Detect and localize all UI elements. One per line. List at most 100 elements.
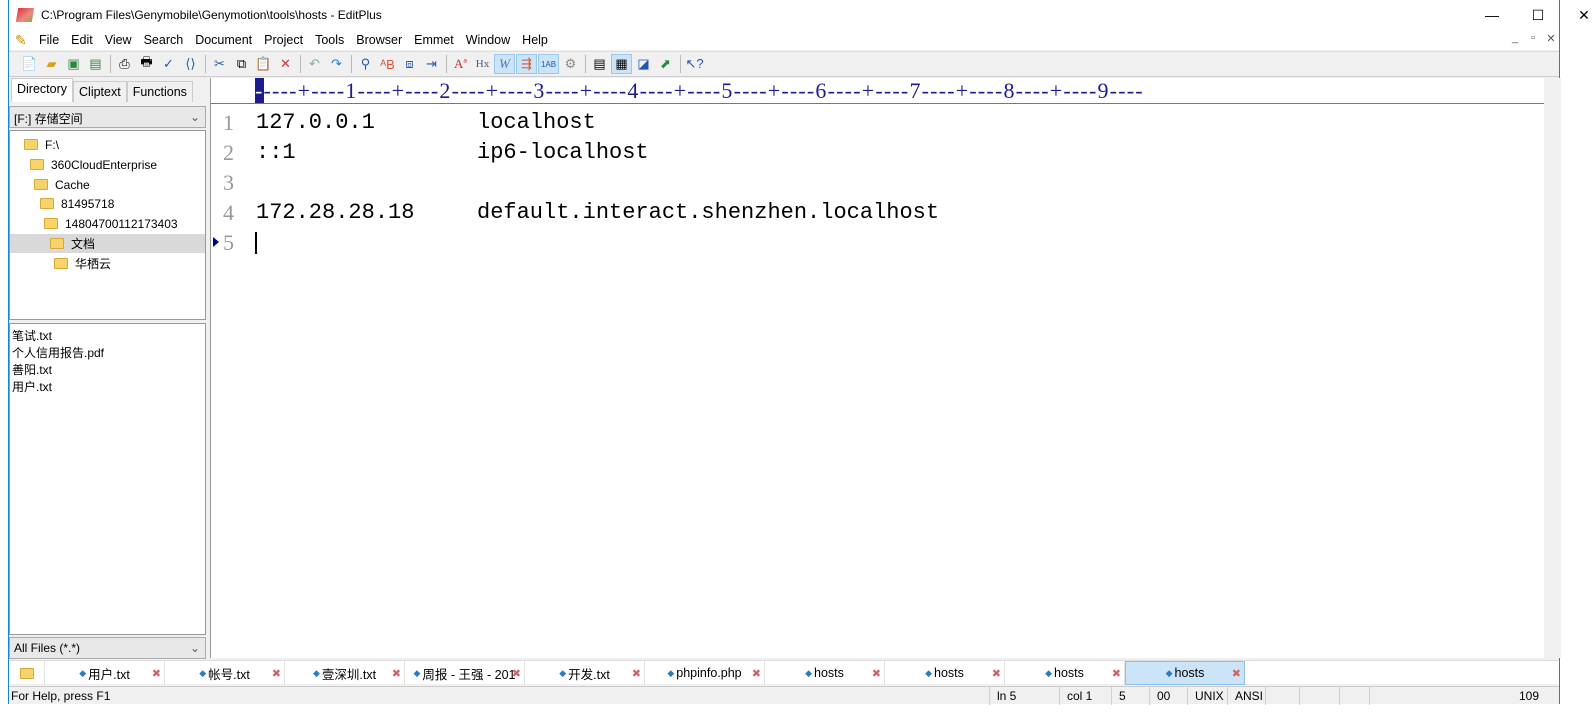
tab-directory[interactable]: Directory [11,78,74,102]
toolbar: 📄 ▰ ▣ ▤ ⎙ 🖶 ✓ ⟨⟩ ✂ ⧉ 📋 ✕ ↶ ↷ ⚲ ᴬB ⧈ ⇥ Aª… [9,51,1559,77]
open-icon[interactable]: ▰ [41,54,62,74]
doc-tab[interactable]: ◆ hosts ✖ [885,661,1005,685]
file-item[interactable]: 用户.txt [12,378,203,395]
tab-cliptext[interactable]: Cliptext [73,81,127,102]
vertical-scrollbar[interactable] [1544,78,1561,658]
close-tab-icon[interactable]: ✖ [992,667,1001,680]
editor-area[interactable]: -----+----1----+----2----+----3----+----… [210,78,1561,658]
editor-line[interactable]: 1 127.0.0.1 localhost [211,108,1541,138]
output-window-icon[interactable]: ▦ [611,54,632,74]
doc-tab[interactable]: ◆ 用户.txt ✖ [45,661,165,685]
line-number-icon[interactable]: 1AB [538,54,559,74]
hx-icon[interactable]: Hx [472,54,493,74]
delete-icon[interactable]: ✕ [275,54,296,74]
ruler-text: ----+----1----+----2----+----3----+----4… [263,78,1144,103]
tree-node[interactable]: Cache [34,175,90,194]
mdi-restore-button[interactable]: ▫ [1524,32,1542,44]
close-tab-icon[interactable]: ✖ [392,667,401,680]
maximize-button[interactable]: ☐ [1515,0,1561,30]
doc-tab[interactable]: ◆ 帐号.txt ✖ [165,661,285,685]
close-tab-icon[interactable]: ✖ [1232,667,1241,680]
menu-file[interactable]: File [33,33,65,47]
tree-node[interactable]: 360CloudEnterprise [30,155,157,174]
indent-icon[interactable]: ⇶ [516,54,537,74]
close-tab-icon[interactable]: ✖ [632,667,641,680]
menu-browser[interactable]: Browser [350,33,408,47]
close-tab-icon[interactable]: ✖ [152,667,161,680]
close-tab-icon[interactable]: ✖ [272,667,281,680]
tree-node[interactable]: 81495718 [40,194,114,213]
cliptext-icon[interactable]: ◪ [633,54,654,74]
menu-edit[interactable]: Edit [65,33,99,47]
new-file-icon[interactable]: 📄 [19,54,40,74]
doc-tab[interactable]: ◆ hosts ✖ [1005,661,1125,685]
folder-tab-icon[interactable] [9,661,45,685]
menu-emmet[interactable]: Emmet [408,33,460,47]
tree-node[interactable]: 14804700112173403 [44,214,178,233]
save-all-icon[interactable]: ▤ [85,54,106,74]
tree-node-label: 华栖云 [75,257,112,271]
editor-line[interactable]: 3 [211,168,1541,198]
doc-tab[interactable]: ◆ 开发.txt ✖ [525,661,645,685]
file-icon: ◆ [413,667,421,678]
word-wrap-icon[interactable]: W [494,54,515,74]
folder-icon [30,159,44,170]
menu-project[interactable]: Project [258,33,309,47]
doc-tab[interactable]: ◆ hosts ✖ [765,661,885,685]
help-icon[interactable]: ↖? [684,54,705,74]
drive-select[interactable]: [F:] 存储空间 ⌄ [9,106,206,128]
tree-node-label: 81495718 [61,196,115,211]
doc-tab[interactable]: ◆ 周报 - 王强 - 201 ✖ [405,661,525,685]
close-tab-icon[interactable]: ✖ [512,667,521,680]
menu-window[interactable]: Window [460,33,516,47]
print-icon[interactable]: 🖶 [136,54,157,74]
editor-line-current[interactable]: 5 [211,228,1541,258]
doc-tab[interactable]: ◆ 壹深圳.txt ✖ [285,661,405,685]
mdi-minimize-button[interactable]: _ [1506,32,1524,44]
menu-help[interactable]: Help [516,33,554,47]
close-tab-icon[interactable]: ✖ [752,667,761,680]
tree-node[interactable]: 华栖云 [54,254,111,273]
file-item[interactable]: 善阳.txt [12,361,203,378]
cut-icon[interactable]: ✂ [209,54,230,74]
settings-icon[interactable]: ⚙ [560,54,581,74]
directory-window-icon[interactable]: ▤ [589,54,610,74]
print-preview-icon[interactable]: ⎙ [114,54,135,74]
document-tabs: ◆ 用户.txt ✖ ◆ 帐号.txt ✖ ◆ 壹深圳.txt ✖ ◆ 周报 - 王强 - 2… [9,660,1559,685]
font-icon[interactable]: Aª [450,54,471,74]
undo-icon[interactable]: ↶ [304,54,325,74]
browser-preview-icon[interactable]: ⟨⟩ [180,54,201,74]
save-icon[interactable]: ▣ [63,54,84,74]
menu-search[interactable]: Search [138,33,190,47]
tree-node[interactable]: F:\ [24,135,59,154]
spellcheck-icon[interactable]: ✓ [158,54,179,74]
tree-node-selected[interactable]: 文档 [10,234,205,253]
close-button[interactable]: ✕ [1561,0,1595,30]
tab-functions[interactable]: Functions [126,81,193,102]
replace-icon[interactable]: ᴬB [377,54,398,74]
tree-node-label: 14804700112173403 [65,216,178,231]
editor-line[interactable]: 4 172.28.28.18 default.interact.shenzhen.l… [211,198,1541,228]
doc-tab-active[interactable]: ◆ hosts ✖ [1125,661,1245,685]
find-icon[interactable]: ⚲ [355,54,376,74]
mdi-close-button[interactable]: ✕ [1542,32,1560,45]
paste-icon[interactable]: 📋 [253,54,274,74]
file-item[interactable]: 个人信用报告.pdf [12,344,203,361]
copy-icon[interactable]: ⧉ [231,54,252,74]
find-in-files-icon[interactable]: ⧈ [399,54,420,74]
minimize-button[interactable]: — [1469,0,1515,30]
menu-view[interactable]: View [99,33,138,47]
goto-line-icon[interactable]: ⇥ [421,54,442,74]
fullscreen-icon[interactable]: ⬈ [655,54,676,74]
menu-tools[interactable]: Tools [309,33,350,47]
menu-document[interactable]: Document [189,33,258,47]
doc-tab-label: hosts [814,666,844,680]
status-divider [1059,687,1060,705]
file-item[interactable]: 笔试.txt [12,327,203,344]
doc-tab[interactable]: ◆ phpinfo.php ✖ [645,661,765,685]
editor-line[interactable]: 2::1 ip6-localhost [211,138,1541,168]
close-tab-icon[interactable]: ✖ [872,667,881,680]
close-tab-icon[interactable]: ✖ [1112,667,1121,680]
file-filter-select[interactable]: All Files (*.*) ⌄ [9,637,206,659]
redo-icon[interactable]: ↷ [326,54,347,74]
